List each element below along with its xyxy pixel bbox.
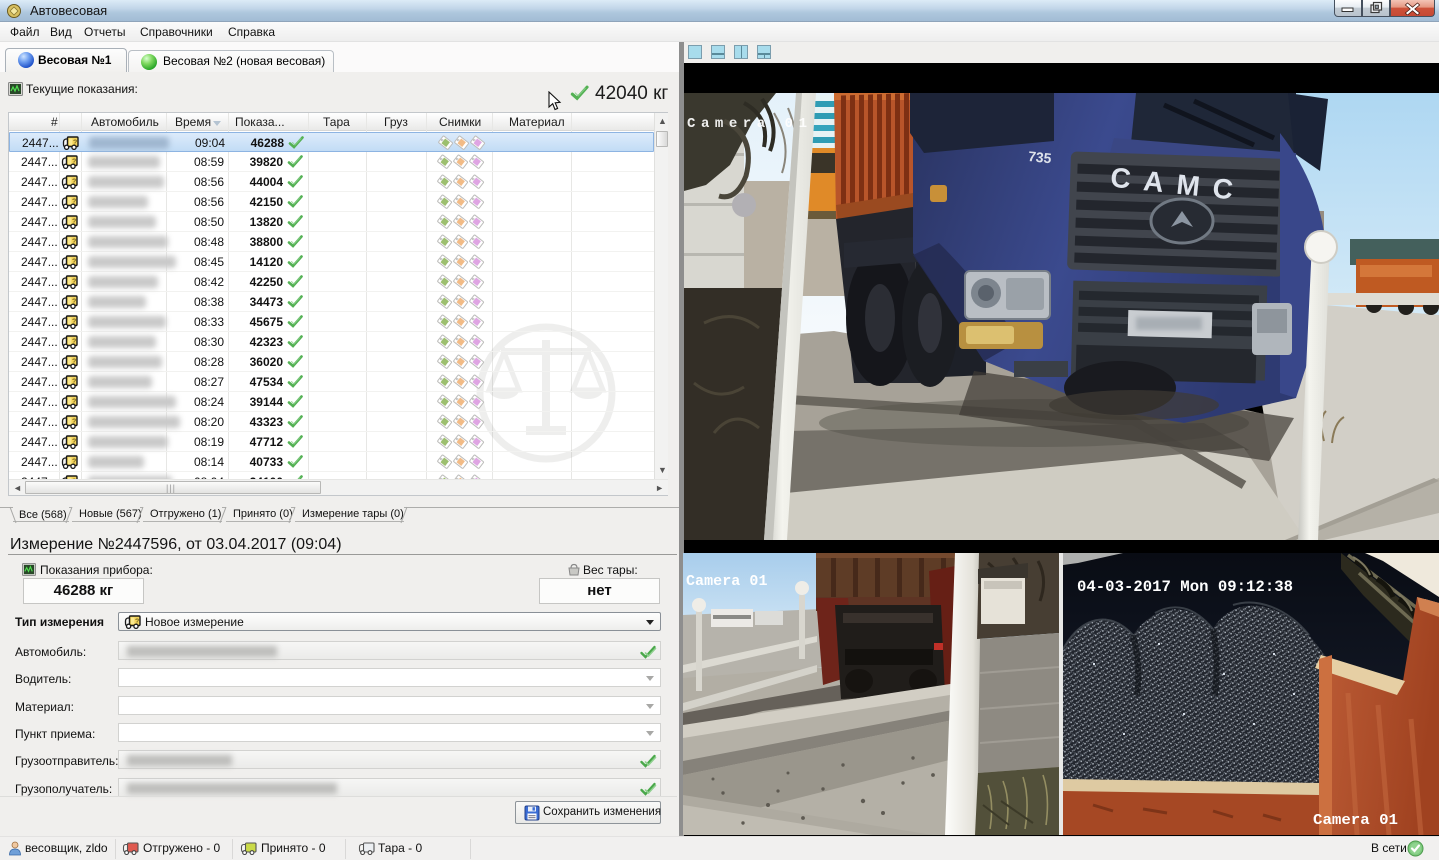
svg-text:Camera 01: Camera 01 <box>687 116 812 132</box>
svg-text:Camera 01: Camera 01 <box>686 573 769 590</box>
svg-text:04-03-2017 Mon 09:12:38: 04-03-2017 Mon 09:12:38 <box>1077 578 1293 596</box>
svg-text:Camera 01: Camera 01 <box>1313 812 1398 829</box>
svg-text:735: 735 <box>1027 148 1052 166</box>
